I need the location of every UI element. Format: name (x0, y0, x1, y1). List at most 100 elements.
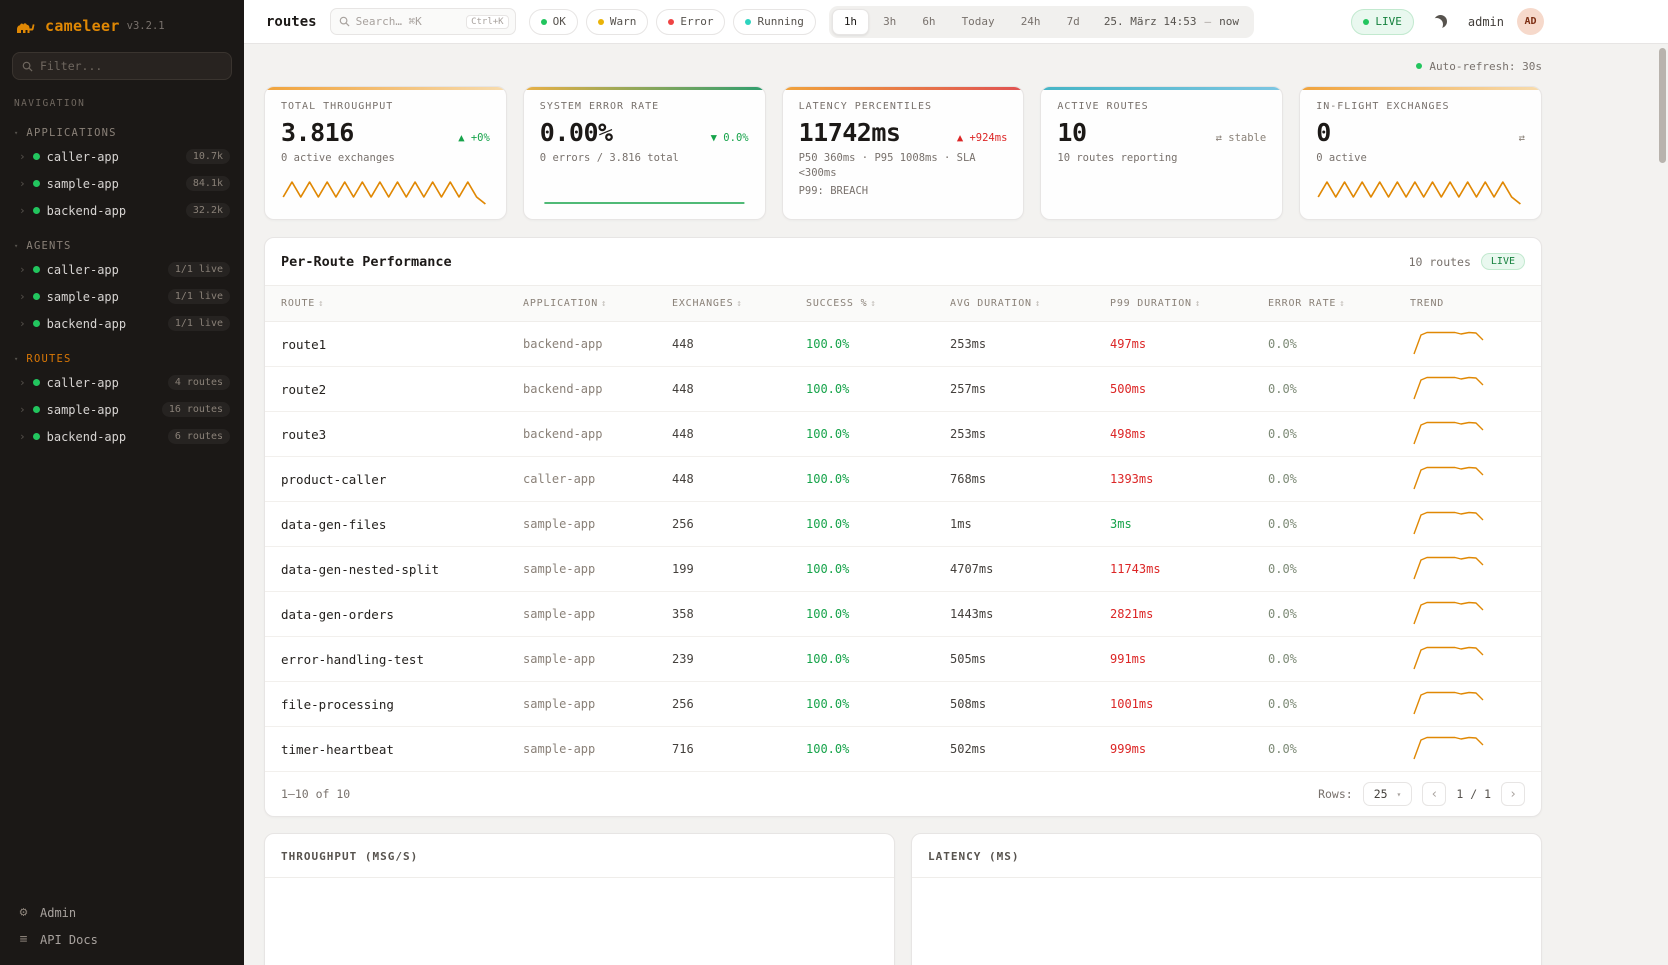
table-row-timer-heartbeat[interactable]: timer-heartbeat sample-app 716 100.0% 50… (265, 727, 1541, 772)
scrollbar[interactable] (1659, 48, 1666, 163)
live-dot-icon (1363, 19, 1369, 25)
filter-pill-warn[interactable]: Warn (586, 9, 649, 35)
column-header-application[interactable]: APPLICATION↕ (523, 298, 672, 309)
time-range-1h[interactable]: 1h (832, 9, 869, 35)
sidebar-section-routes-header[interactable]: ▾ ROUTES (0, 349, 244, 369)
time-range-24h[interactable]: 24h (1009, 9, 1053, 35)
live-badge[interactable]: LIVE (1351, 9, 1414, 35)
route-error-rate: 0.0% (1268, 742, 1410, 756)
route-name: data-gen-files (281, 517, 523, 532)
route-trend-sparkline (1410, 733, 1525, 766)
app-version: v3.2.1 (127, 20, 165, 32)
filter-pill-ok[interactable]: OK (529, 9, 578, 35)
sort-icon: ↕ (1035, 299, 1041, 309)
sidebar-item-agents-sample-app[interactable]: › sample-app 1/1 live (0, 283, 244, 310)
sidebar-item-badge: 4 routes (168, 375, 230, 390)
search-input[interactable] (356, 15, 460, 28)
time-range-3h[interactable]: 3h (871, 9, 908, 35)
content: Auto-refresh: 30s TOTAL THROUGHPUT 3.816… (244, 44, 1668, 965)
table-footer: 1–10 of 10 Rows: 25 ▾ ‹ 1 / 1 › (265, 772, 1541, 816)
filter-pill-running[interactable]: Running (733, 9, 815, 35)
column-header-exchanges[interactable]: EXCHANGES↕ (672, 298, 806, 309)
chart-title: THROUGHPUT (MSG/S) (281, 850, 418, 863)
time-range-buttons: 1h 3h 6h Today 24h 7d (832, 9, 1092, 35)
sidebar-admin[interactable]: ⚙ Admin (16, 905, 228, 920)
column-header-success[interactable]: SUCCESS %↕ (806, 298, 950, 309)
time-range-today[interactable]: Today (950, 9, 1007, 35)
route-success-rate: 100.0% (806, 562, 950, 576)
table-row-data-gen-nested-split[interactable]: data-gen-nested-split sample-app 199 100… (265, 547, 1541, 592)
sidebar-item-badge: 10.7k (186, 149, 230, 164)
route-exchanges: 239 (672, 652, 806, 666)
sidebar-item-routes-caller-app[interactable]: › caller-app 4 routes (0, 369, 244, 396)
sidebar-api-docs[interactable]: ≡ API Docs (16, 932, 228, 947)
route-avg-duration: 1443ms (950, 607, 1110, 621)
route-avg-duration: 508ms (950, 697, 1110, 711)
table-row-route3[interactable]: route3 backend-app 448 100.0% 253ms 498m… (265, 412, 1541, 457)
route-name: data-gen-orders (281, 607, 523, 622)
routes-count: 10 routes (1409, 255, 1471, 269)
sidebar-item-label: caller-app (47, 150, 119, 164)
table-row-data-gen-orders[interactable]: data-gen-orders sample-app 358 100.0% 14… (265, 592, 1541, 637)
status-dot-icon (668, 19, 674, 25)
kpi-value: 11742ms (799, 118, 901, 147)
column-header-avg-duration[interactable]: AVG DURATION↕ (950, 298, 1110, 309)
table-row-route1[interactable]: route1 backend-app 448 100.0% 253ms 497m… (265, 322, 1541, 367)
route-avg-duration: 4707ms (950, 562, 1110, 576)
table-row-data-gen-files[interactable]: data-gen-files sample-app 256 100.0% 1ms… (265, 502, 1541, 547)
sidebar-item-agents-backend-app[interactable]: › backend-app 1/1 live (0, 310, 244, 337)
dark-mode-toggle[interactable] (1427, 8, 1455, 36)
sidebar-item-agents-caller-app[interactable]: › caller-app 1/1 live (0, 256, 244, 283)
kpi-card-total-throughput: TOTAL THROUGHPUT 3.816 ▲ +0% 0 active ex… (264, 86, 507, 220)
filter-pill-error[interactable]: Error (656, 9, 725, 35)
logo[interactable]: cameleer v3.2.1 (0, 0, 244, 48)
kpi-value: 0 (1316, 118, 1331, 147)
rows-label: Rows: (1318, 787, 1353, 801)
kpi-value-row: 0.00% ▼ 0.0% (540, 118, 749, 147)
table-row-error-handling-test[interactable]: error-handling-test sample-app 239 100.0… (265, 637, 1541, 682)
time-range-6h[interactable]: 6h (910, 9, 947, 35)
route-exchanges: 448 (672, 472, 806, 486)
next-page-button[interactable]: › (1501, 782, 1525, 806)
sidebar-section-agents-header[interactable]: ▾ AGENTS (0, 236, 244, 256)
route-application: sample-app (523, 652, 672, 666)
sidebar-filter-input[interactable] (40, 59, 222, 73)
time-range-7d[interactable]: 7d (1055, 9, 1092, 35)
table-row-product-caller[interactable]: product-caller caller-app 448 100.0% 768… (265, 457, 1541, 502)
column-header-route[interactable]: ROUTE↕ (281, 298, 523, 309)
kpi-title: ACTIVE ROUTES (1057, 101, 1266, 112)
avatar[interactable]: AD (1517, 8, 1544, 35)
route-avg-duration: 768ms (950, 472, 1110, 486)
sidebar-item-badge: 16 routes (162, 402, 230, 417)
sidebar-item-applications-sample-app[interactable]: › sample-app 84.1k (0, 170, 244, 197)
kpi-card-system-error-rate: SYSTEM ERROR RATE 0.00% ▼ 0.0% 0 errors … (523, 86, 766, 220)
sidebar-footer-label: Admin (40, 906, 76, 920)
status-dot-icon (33, 293, 40, 300)
kpi-accent-bar (1300, 87, 1541, 90)
table-row-file-processing[interactable]: file-processing sample-app 256 100.0% 50… (265, 682, 1541, 727)
prev-page-button[interactable]: ‹ (1422, 782, 1446, 806)
table-row-route2[interactable]: route2 backend-app 448 100.0% 257ms 500m… (265, 367, 1541, 412)
column-header-p99-duration[interactable]: P99 DURATION↕ (1110, 298, 1268, 309)
rows-per-page-select[interactable]: 25 ▾ (1363, 782, 1413, 806)
sidebar-item-badge: 6 routes (168, 429, 230, 444)
sort-icon: ↕ (1195, 299, 1201, 309)
sidebar-item-applications-backend-app[interactable]: › backend-app 32.2k (0, 197, 244, 224)
column-header-error-rate[interactable]: ERROR RATE↕ (1268, 298, 1410, 309)
panel-title: Per-Route Performance (281, 254, 452, 270)
route-application: caller-app (523, 472, 672, 486)
bottom-charts-row: THROUGHPUT (MSG/S) LATENCY (MS) (264, 833, 1542, 965)
kpi-delta: ▲ +0% (458, 132, 490, 144)
kpi-title: IN-FLIGHT EXCHANGES (1316, 101, 1525, 112)
sidebar-item-label: backend-app (47, 430, 126, 444)
sidebar-item-label: sample-app (47, 290, 119, 304)
sidebar-item-applications-caller-app[interactable]: › caller-app 10.7k (0, 143, 244, 170)
sidebar-section-applications: ▾ APPLICATIONS › caller-app 10.7k › samp… (0, 123, 244, 224)
sidebar-item-label: caller-app (47, 376, 119, 390)
sidebar-item-routes-sample-app[interactable]: › sample-app 16 routes (0, 396, 244, 423)
route-exchanges: 358 (672, 607, 806, 621)
sidebar-item-badge: 32.2k (186, 203, 230, 218)
sidebar-item-label: backend-app (47, 204, 126, 218)
sidebar-item-routes-backend-app[interactable]: › backend-app 6 routes (0, 423, 244, 450)
sidebar-section-applications-header[interactable]: ▾ APPLICATIONS (0, 123, 244, 143)
